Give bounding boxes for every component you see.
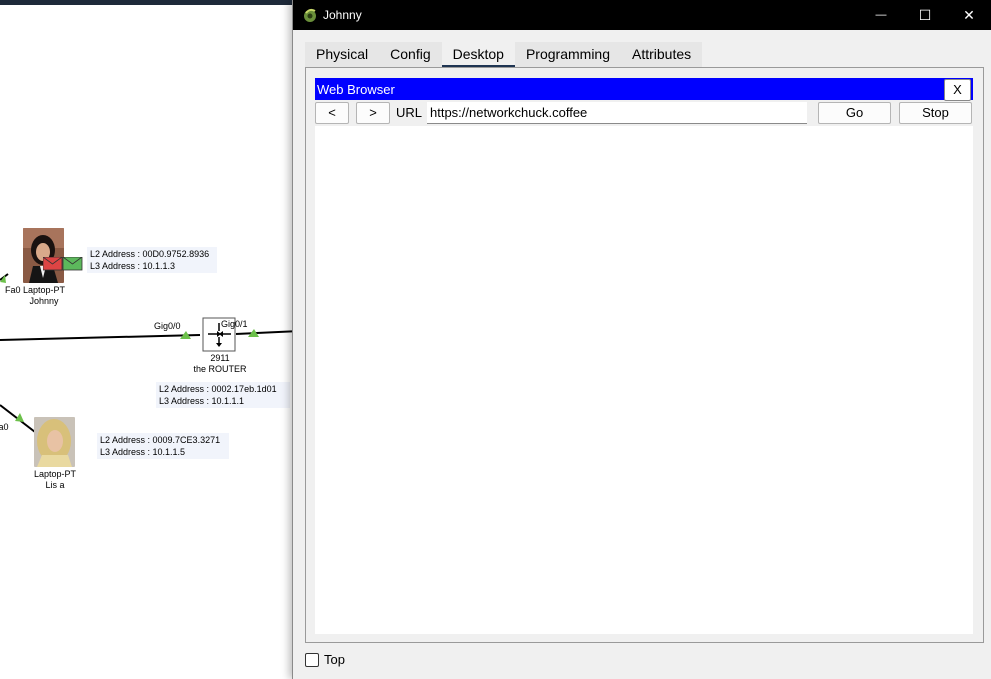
johnny-l3-address: L3 Address : 10.1.1.3 <box>90 261 176 271</box>
tab-physical[interactable]: Physical <box>305 42 379 67</box>
browser-toolbar: < > URL Go Stop <box>315 102 973 126</box>
tab-programming[interactable]: Programming <box>515 42 621 67</box>
lisa-l3-address: L3 Address : 10.1.1.5 <box>100 447 186 457</box>
maximize-icon: ☐ <box>918 6 932 23</box>
tab-desktop[interactable]: Desktop <box>441 42 516 68</box>
packet-tracer-app-icon <box>304 8 316 22</box>
maximize-button[interactable]: ☐ <box>902 0 948 30</box>
router-l3-address: L3 Address : 10.1.1.1 <box>159 396 245 406</box>
topology-links <box>0 273 300 433</box>
minimize-button[interactable]: — <box>858 0 904 30</box>
window-title: Johnny <box>323 8 362 22</box>
link-router-gig0-1 <box>235 330 300 335</box>
web-browser-header: Web Browser X <box>315 78 973 101</box>
web-browser-close-button[interactable]: X <box>944 79 971 101</box>
johnny-device-label: Laptop-PT Johnny <box>22 285 66 307</box>
lisa-device-label: Laptop-PT Lis a <box>30 469 80 491</box>
lisa-avatar[interactable] <box>34 417 75 467</box>
top-checkbox-row: Top <box>305 652 345 667</box>
forward-button[interactable]: > <box>356 102 390 124</box>
url-input[interactable] <box>427 102 807 124</box>
lisa-l2-address: L2 Address : 0009.7CE3.3271 <box>100 435 221 445</box>
router-port-gig0-1: Gig0/1 <box>221 319 248 329</box>
tab-config[interactable]: Config <box>379 42 441 67</box>
johnny-l2-address: L2 Address : 00D0.9752.8936 <box>90 249 210 259</box>
stop-button[interactable]: Stop <box>899 102 972 124</box>
title-bar[interactable]: Johnny — ☐ ✕ <box>293 0 991 30</box>
envelope-icon <box>43 257 83 271</box>
top-checkbox-label: Top <box>324 652 345 667</box>
web-browser-title: Web Browser <box>317 82 395 97</box>
lisa-port-label: Fa0 <box>0 422 9 432</box>
close-button[interactable]: ✕ <box>946 0 991 30</box>
url-label: URL <box>396 105 423 120</box>
device-window: Johnny — ☐ ✕ Physical Config Desktop Pro… <box>292 0 991 679</box>
lisa-name: Lis a <box>45 480 65 490</box>
johnny-port-label: Fa0 <box>5 285 21 295</box>
back-button[interactable]: < <box>315 102 349 124</box>
minimize-icon: — <box>875 9 887 21</box>
router-address-box: L2 Address : 0002.17eb.1d01 L3 Address :… <box>156 382 290 408</box>
router-model: 2911 <box>210 353 230 363</box>
top-checkbox[interactable] <box>305 652 319 667</box>
router-name: the ROUTER <box>193 364 247 374</box>
tab-attributes[interactable]: Attributes <box>621 42 702 67</box>
johnny-address-box: L2 Address : 00D0.9752.8936 L3 Address :… <box>87 247 217 273</box>
browser-page-viewport[interactable] <box>315 126 973 634</box>
router-l2-address: L2 Address : 0002.17eb.1d01 <box>159 384 277 394</box>
close-icon: ✕ <box>963 6 975 23</box>
link-router-gig0-0 <box>0 334 201 341</box>
go-button[interactable]: Go <box>818 102 891 124</box>
lisa-address-box: L2 Address : 0009.7CE3.3271 L3 Address :… <box>97 433 229 459</box>
topology-canvas[interactable]: Fa0 Laptop-PT Johnny L2 Address : 00D0.9… <box>0 0 300 679</box>
router-device-label: 2911 the ROUTER <box>185 353 255 375</box>
johnny-type: Laptop-PT <box>22 285 66 295</box>
tab-bar: Physical Config Desktop Programming Attr… <box>305 42 703 68</box>
johnny-avatar[interactable] <box>23 228 64 283</box>
lisa-type: Laptop-PT <box>33 469 77 479</box>
johnny-name: Johnny <box>29 296 59 306</box>
desktop-panel: Web Browser X < > URL Go Stop <box>305 67 984 643</box>
router-port-gig0-0: Gig0/0 <box>154 321 181 331</box>
